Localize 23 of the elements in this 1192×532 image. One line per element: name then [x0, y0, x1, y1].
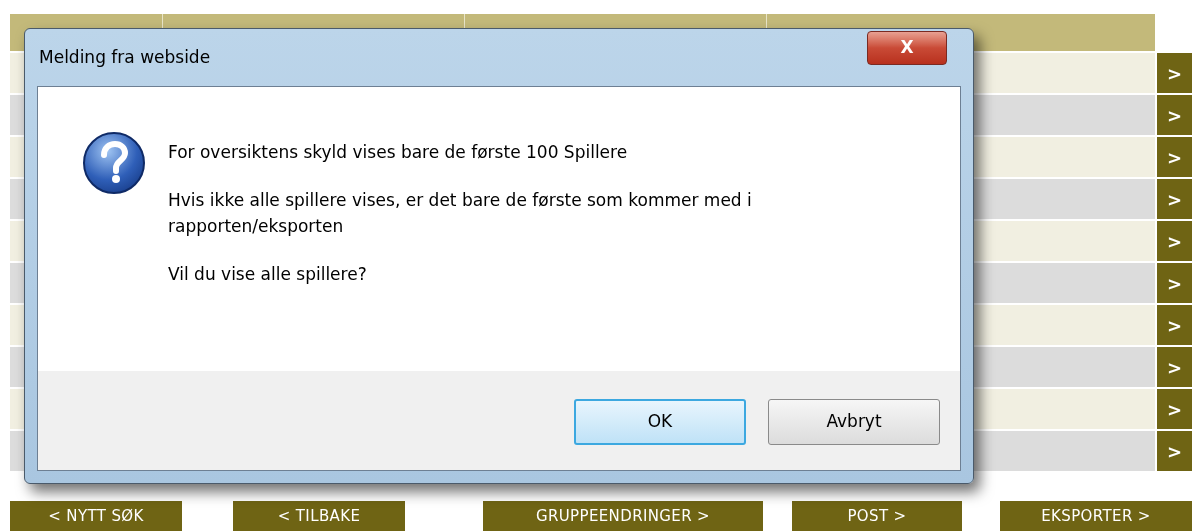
- row-open-button[interactable]: >: [1157, 179, 1192, 219]
- nav-button[interactable]: EKSPORTER >: [1000, 501, 1192, 531]
- close-button[interactable]: X: [867, 31, 947, 65]
- row-open-button[interactable]: >: [1157, 137, 1192, 177]
- row-open-button[interactable]: >: [1157, 389, 1192, 429]
- dialog-title: Melding fra webside: [39, 46, 211, 69]
- row-open-button[interactable]: >: [1157, 53, 1192, 93]
- nav-button[interactable]: < TILBAKE: [233, 501, 405, 531]
- dialog-button[interactable]: OK: [574, 399, 746, 445]
- row-open-button[interactable]: >: [1157, 95, 1192, 135]
- row-open-button[interactable]: >: [1157, 305, 1192, 345]
- dialog-message: Vil du vise alle spillere?: [168, 263, 368, 286]
- row-open-button[interactable]: >: [1157, 221, 1192, 261]
- row-open-button[interactable]: >: [1157, 431, 1192, 471]
- nav-button[interactable]: POST >: [792, 501, 962, 531]
- nav-button[interactable]: GRUPPEENDRINGER >: [483, 501, 763, 531]
- row-open-button[interactable]: >: [1157, 347, 1192, 387]
- question-icon: [80, 129, 148, 197]
- dialog-message: Hvis ikke alle spillere vises, er det bare de første som kommer med i rapporten/eksporten: [168, 189, 753, 238]
- dialog-button[interactable]: Avbryt: [768, 399, 940, 445]
- nav-button[interactable]: < NYTT SØK: [10, 501, 182, 531]
- row-open-button[interactable]: >: [1157, 263, 1192, 303]
- dialog-message: For oversiktens skyld vises bare de første 100 Spillere: [168, 141, 629, 164]
